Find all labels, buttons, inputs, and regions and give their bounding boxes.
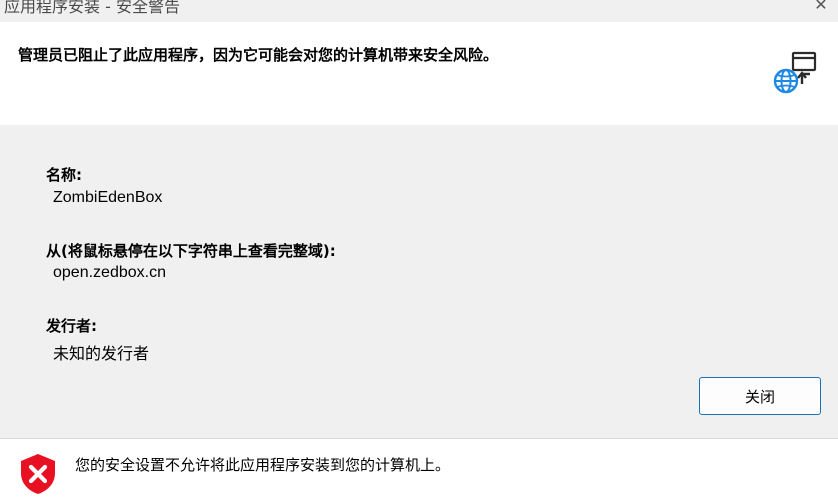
window-title: 应用程序安装 - 安全警告 xyxy=(4,0,180,16)
from-value[interactable]: open.zedbox.cn xyxy=(53,264,166,282)
header-panel: 管理员已阻止了此应用程序，因为它可能会对您的计算机带来安全风险。 xyxy=(0,22,838,125)
header-message: 管理员已阻止了此应用程序，因为它可能会对您的计算机带来安全风险。 xyxy=(18,46,499,64)
footer-message: 您的安全设置不允许将此应用程序安装到您的计算机上。 xyxy=(75,456,451,474)
shield-error-icon xyxy=(21,454,55,494)
publisher-value: 未知的发行者 xyxy=(53,346,150,363)
from-label: 从(将鼠标悬停在以下字符串上查看完整域): xyxy=(46,242,336,260)
name-value: ZombiEdenBox xyxy=(53,189,163,206)
close-icon[interactable]: ✕ xyxy=(810,0,832,14)
footer-panel: 您的安全设置不允许将此应用程序安装到您的计算机上。 xyxy=(0,439,838,503)
name-label: 名称: xyxy=(46,166,82,184)
close-button[interactable]: 关闭 xyxy=(699,377,821,415)
publisher-label: 发行者: xyxy=(46,317,97,335)
title-bar: 应用程序安装 - 安全警告 ✕ xyxy=(0,0,838,22)
web-install-icon xyxy=(773,51,817,94)
